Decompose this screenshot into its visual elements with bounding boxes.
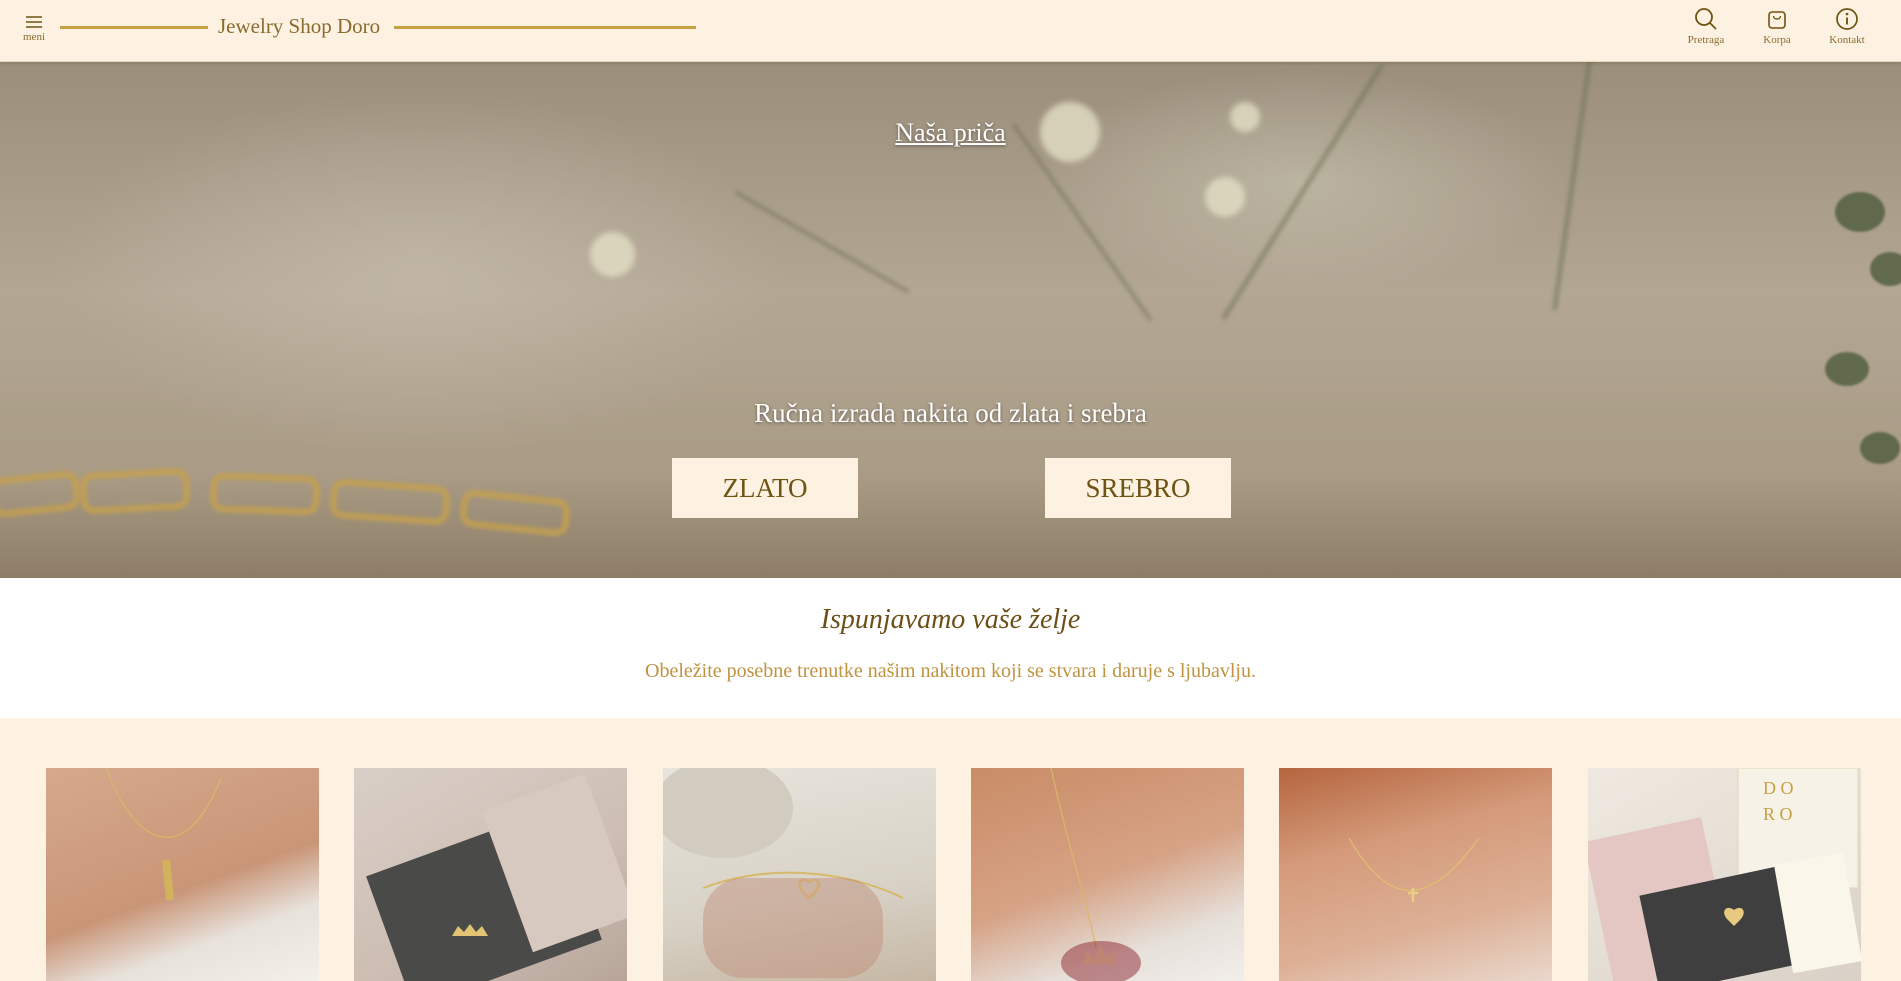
cart-button[interactable]: Korpa <box>1747 6 1807 46</box>
hero-decor-flower <box>590 232 635 277</box>
product-image-card[interactable] <box>46 768 319 981</box>
gold-category-button[interactable]: ZLATO <box>672 458 858 518</box>
hero-decor-leaf <box>1835 192 1885 232</box>
product-image-card[interactable] <box>663 768 936 981</box>
site-header: meni Jewelry Shop Doro Pretraga Korpa Ko… <box>0 0 1901 62</box>
svg-text:D O: D O <box>1763 778 1794 798</box>
hero-decor-chain <box>78 467 192 515</box>
info-icon <box>1836 8 1858 30</box>
gift-box-icon: D O R O <box>1588 768 1861 981</box>
menu-button[interactable]: meni <box>18 10 50 52</box>
hero-decor-chain <box>458 488 572 538</box>
menu-label: meni <box>23 31 45 43</box>
cross-necklace-icon <box>1348 837 1480 902</box>
search-label: Pretraga <box>1687 34 1725 46</box>
search-button[interactable]: Pretraga <box>1676 6 1736 46</box>
hero-decor-stem <box>1551 62 1594 312</box>
hero-decor-leaf <box>1870 252 1901 286</box>
intro-section: Ispunjavamo vaše želje Obeležite posebne… <box>0 578 1901 718</box>
hamburger-icon <box>26 16 42 28</box>
intro-title: Ispunjavamo vaše želje <box>820 604 1081 635</box>
hero-decor-flower <box>1205 177 1245 217</box>
product-image-card[interactable] <box>1279 768 1552 981</box>
hero-decor-leaf <box>1825 352 1869 386</box>
brand-line-left <box>60 26 208 29</box>
heart-bracelet-icon <box>663 768 904 978</box>
product-image-card[interactable]: D O R O <box>1588 768 1861 981</box>
contact-button[interactable]: Kontakt <box>1817 6 1877 46</box>
gift-box-icon <box>366 773 627 981</box>
necklace-pendant-icon <box>105 768 222 901</box>
brand-name[interactable]: Jewelry Shop Doro <box>218 14 380 39</box>
hero-tagline: Ručna izrada nakita od zlata i srebra <box>754 398 1147 428</box>
cart-label: Korpa <box>1763 34 1791 46</box>
svg-text:R O: R O <box>1763 804 1793 824</box>
product-gallery: D O R O <box>0 718 1901 981</box>
hero-decor-leaf <box>1860 432 1900 464</box>
hero-decor-chain <box>328 477 452 527</box>
contact-label: Kontakt <box>1829 34 1865 46</box>
shopping-bag-icon <box>1768 11 1786 29</box>
our-story-link[interactable]: Naša priča <box>0 118 1901 148</box>
hero-decor-chain <box>209 472 321 516</box>
product-image-card[interactable] <box>971 768 1244 981</box>
product-image-card[interactable] <box>354 768 627 981</box>
silver-category-button[interactable]: SREBRO <box>1045 458 1231 518</box>
hero-banner: Naša priča Ručna izrada nakita od zlata … <box>0 62 1901 578</box>
hero-decor-stem <box>734 190 910 294</box>
crown-necklace-icon <box>1050 768 1141 981</box>
intro-subtitle: Obeležite posebne trenutke našim nakitom… <box>645 660 1256 682</box>
hero-decor-chain <box>0 469 82 519</box>
brand[interactable]: Jewelry Shop Doro <box>60 14 700 42</box>
brand-line-right <box>394 26 696 29</box>
search-icon <box>1695 8 1717 30</box>
